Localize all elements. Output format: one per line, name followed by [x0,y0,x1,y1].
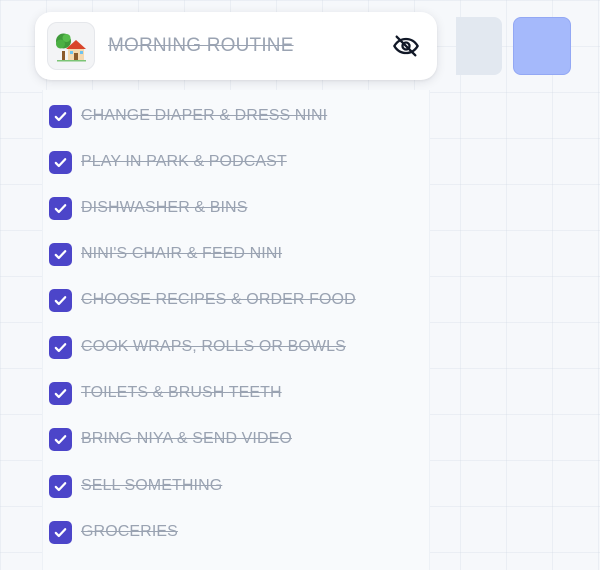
task-item[interactable]: TOILETS & BRUSH TEETH [49,381,282,405]
task-item[interactable]: BRING NIYA & SEND VIDEO [49,427,292,451]
task-item[interactable]: CHANGE DIAPER & DRESS NINI [49,104,327,128]
task-item[interactable]: GROCERIES [49,520,178,544]
checkmark-icon [54,295,67,305]
routine-emoji-tile[interactable] [47,22,95,70]
toggle-visibility-button[interactable] [391,31,421,61]
checkbox-checked[interactable] [49,520,72,544]
checkmark-icon [54,111,67,121]
checkmark-icon [54,157,67,167]
task-label: DISHWASHER & BINS [81,199,248,216]
task-label: TOILETS & BRUSH TEETH [81,384,282,401]
task-label: NINI'S CHAIR & FEED NINI [81,245,283,262]
checkmark-icon [54,203,67,213]
checkbox-checked[interactable] [49,335,72,359]
checkbox-checked[interactable] [49,104,72,128]
checkmark-icon [54,527,67,537]
checkbox-checked[interactable] [49,427,72,451]
task-label: SELL SOMETHING [81,477,223,494]
task-item[interactable]: PLAY IN PARK & PODCAST [49,150,287,174]
checkmark-icon [54,249,67,259]
task-label: GROCERIES [81,523,178,540]
checkmark-icon [54,434,67,444]
task-item[interactable]: SELL SOMETHING [49,474,222,498]
checkmark-icon [54,481,67,491]
task-item[interactable]: CHOOSE RECIPES & ORDER FOOD [49,288,356,312]
task-label: COOK WRAPS, ROLLS OR BOWLS [81,338,346,355]
task-label: CHOOSE RECIPES & ORDER FOOD [81,291,356,308]
routine-title[interactable]: MORNING ROUTINE [108,35,391,57]
task-label: BRING NIYA & SEND VIDEO [81,430,292,447]
checkmark-icon [54,388,67,398]
task-label: PLAY IN PARK & PODCAST [81,153,287,170]
routine-header-card[interactable]: MORNING ROUTINE [35,12,437,80]
checkbox-checked[interactable] [49,381,72,405]
eye-off-icon [393,35,419,57]
task-item[interactable]: NINI'S CHAIR & FEED NINI [49,242,282,266]
checkmark-icon [54,342,67,352]
task-item[interactable]: DISHWASHER & BINS [49,196,247,220]
task-item[interactable]: COOK WRAPS, ROLLS OR BOWLS [49,335,346,359]
checkbox-checked[interactable] [49,196,72,220]
checkbox-checked[interactable] [49,150,72,174]
checkbox-checked[interactable] [49,288,72,312]
checkbox-checked[interactable] [49,474,72,498]
checkbox-checked[interactable] [49,242,72,266]
house-with-tree-icon [56,33,86,62]
side-tile-blue[interactable] [513,17,571,75]
side-tile-gray[interactable] [456,17,502,75]
task-label: CHANGE DIAPER & DRESS NINI [81,107,328,124]
